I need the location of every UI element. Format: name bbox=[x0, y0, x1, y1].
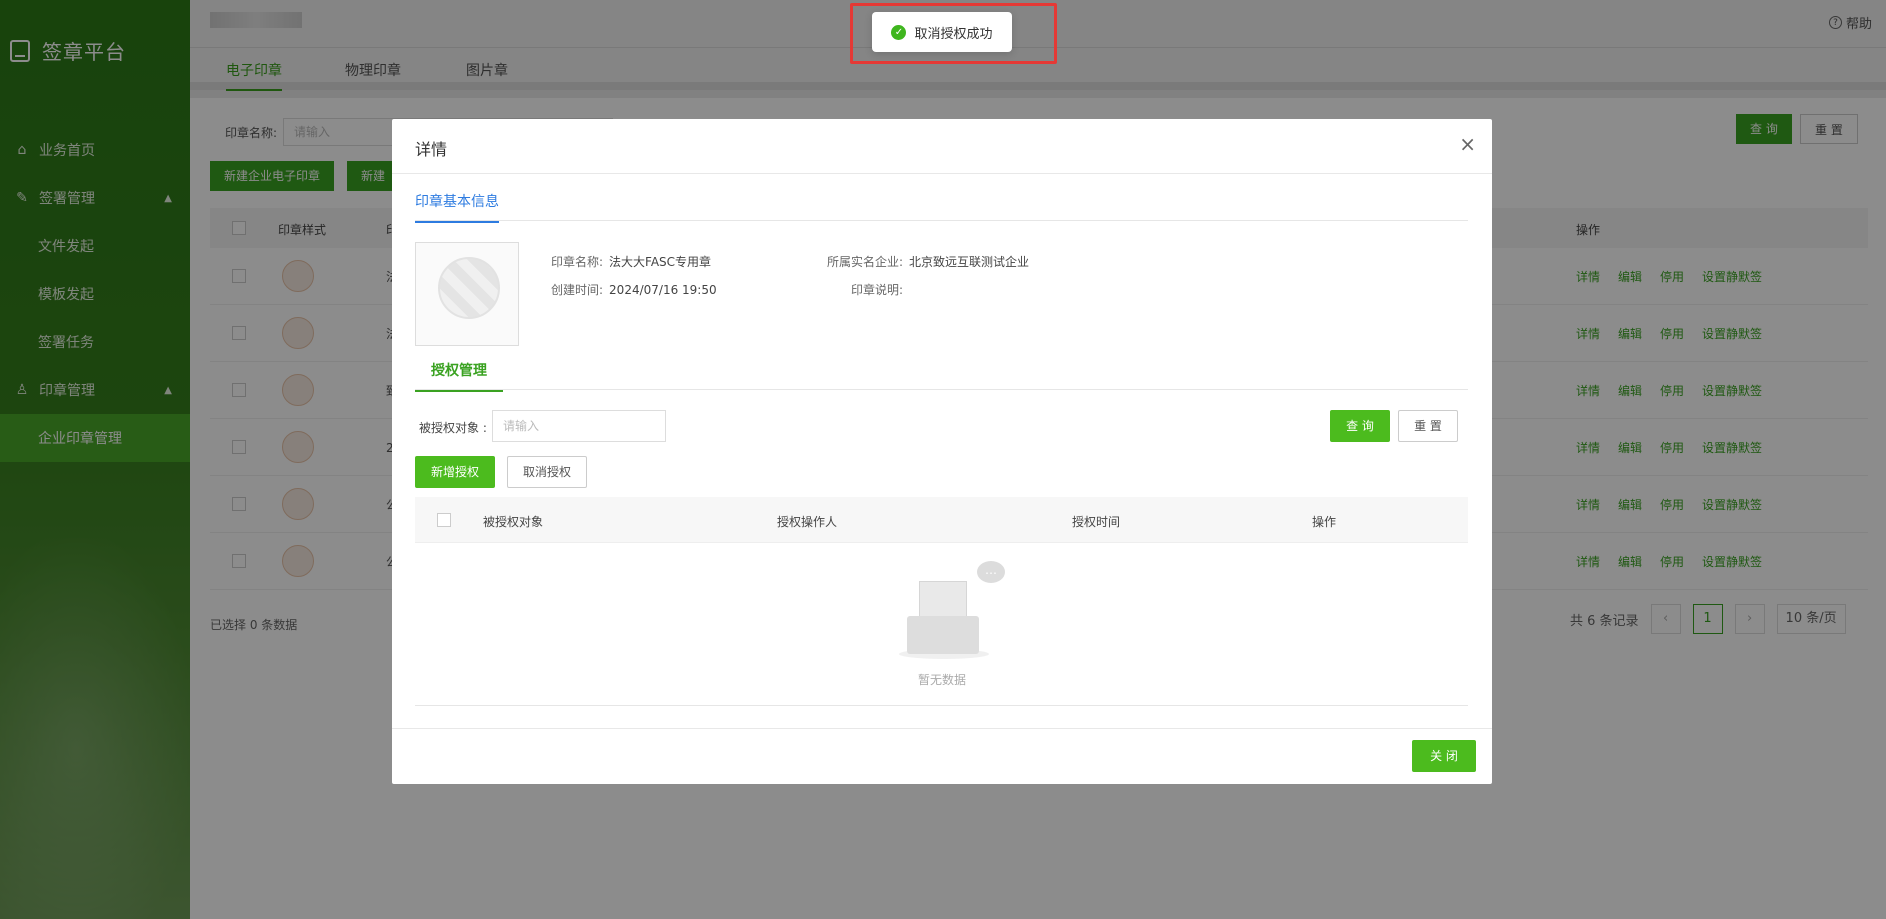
created-time-info: 创建时间: 2024/07/16 19:50 bbox=[551, 281, 717, 298]
column-header: 授权时间 bbox=[1072, 515, 1121, 529]
auth-select-all-checkbox[interactable] bbox=[437, 513, 451, 527]
company-label: 所属实名企业: bbox=[827, 255, 904, 269]
column-header: 授权操作人 bbox=[777, 515, 838, 529]
auth-target-label: 被授权对象 : bbox=[419, 421, 487, 435]
company-value: 北京致远互联测试企业 bbox=[909, 255, 1030, 269]
modal-header: 详情 × bbox=[392, 119, 1492, 174]
tab-seal-basic-info[interactable]: 印章基本信息 bbox=[415, 191, 499, 223]
auth-target-input[interactable]: 请输入 bbox=[492, 410, 666, 442]
check-circle-icon: ✓ bbox=[891, 24, 907, 40]
created-time-label: 创建时间: bbox=[551, 283, 604, 297]
auth-reset-button[interactable]: 重 置 bbox=[1398, 410, 1458, 442]
chat-bubble-icon: … bbox=[977, 561, 1005, 583]
column-header: 操作 bbox=[1312, 515, 1337, 529]
seal-name-value: 法大大FASC专用章 bbox=[609, 255, 712, 269]
seal-preview-image bbox=[415, 242, 519, 346]
modal-title: 详情 bbox=[415, 140, 448, 159]
modal-footer: 关 闭 bbox=[392, 728, 1492, 784]
seal-name-label: 印章名称: bbox=[551, 255, 604, 269]
created-time-value: 2024/07/16 19:50 bbox=[609, 283, 717, 297]
divider bbox=[415, 389, 1468, 390]
seal-desc-info: 印章说明: bbox=[851, 281, 909, 298]
seal-desc-label: 印章说明: bbox=[851, 283, 904, 297]
divider bbox=[415, 220, 1468, 221]
close-button[interactable]: 关 闭 bbox=[1412, 740, 1476, 772]
empty-tray bbox=[907, 616, 979, 654]
company-info: 所属实名企业: 北京致远互联测试企业 bbox=[827, 253, 1029, 270]
divider bbox=[415, 705, 1468, 706]
detail-modal: 详情 × 印章基本信息 印章名称: 法大大FASC专用章 创建时间: 2024/07… bbox=[392, 119, 1492, 784]
add-authorization-button[interactable]: 新增授权 bbox=[415, 456, 495, 488]
toast-message: 取消授权成功 bbox=[914, 26, 993, 42]
success-toast: ✓ 取消授权成功 bbox=[872, 12, 1012, 52]
column-header: 被授权对象 bbox=[483, 515, 544, 529]
empty-state-illustration: … bbox=[897, 561, 1007, 661]
cancel-authorization-button[interactable]: 取消授权 bbox=[507, 456, 587, 488]
auth-query-button[interactable]: 查 询 bbox=[1330, 410, 1390, 442]
close-icon[interactable]: × bbox=[1459, 133, 1476, 155]
auth-table-header: 被授权对象 授权操作人 授权时间 操作 bbox=[415, 497, 1468, 543]
seal-image-blurred bbox=[438, 257, 500, 319]
empty-state-text: 暂无数据 bbox=[917, 673, 966, 687]
seal-name-info: 印章名称: 法大大FASC专用章 bbox=[551, 253, 711, 270]
tab-authorization-management[interactable]: 授权管理 bbox=[415, 360, 503, 392]
